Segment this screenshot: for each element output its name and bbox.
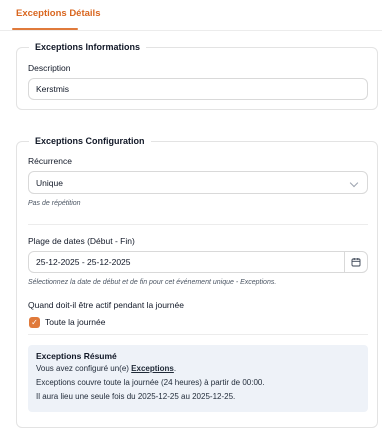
all-day-label[interactable]: Toute la journée [45,317,106,327]
tab-bar: Exceptions Détails [0,0,382,31]
date-range-input[interactable]: 25-12-2025 - 25-12-2025 [28,251,368,273]
summary-line-1-end: . [173,364,177,373]
summary-title: Exceptions Résumé [36,351,117,361]
tab-active-indicator [12,28,78,30]
date-range-value: 25-12-2025 - 25-12-2025 [36,257,131,267]
calendar-icon [351,258,361,267]
recurrence-value: Unique [36,177,63,188]
description-input[interactable]: Kerstmis [28,78,368,100]
checkmark-icon: ✓ [31,318,38,327]
informations-legend: Exceptions Informations [35,42,141,52]
divider [28,224,368,225]
summary-line-3: Il aura lieu une seule fois du 2025-12-2… [36,392,236,401]
recurrence-label: Récurrence [28,156,72,166]
date-range-label: Plage de dates (Début - Fin) [28,236,135,246]
calendar-button[interactable] [344,252,367,272]
divider [28,334,368,335]
chevron-down-icon [349,178,359,187]
description-label: Description [28,63,71,73]
summary-line-2: Exceptions couvre toute la journée (24 h… [36,378,265,387]
summary-line-1-text: Vous avez configuré un(e) [36,364,132,373]
recurrence-hint: Pas de répétition [28,200,81,207]
recurrence-select[interactable]: Unique [28,171,368,194]
configuration-legend: Exceptions Configuration [35,136,145,146]
tab-exceptions-details[interactable]: Exceptions Détails [16,0,100,30]
active-time-label: Quand doit-il être actif pendant la jour… [28,300,184,310]
summary-line-1: Vous avez configuré un(e) Exceptions. [36,364,176,373]
summary-box: Exceptions Résumé Vous avez configuré un… [28,345,368,412]
all-day-checkbox[interactable]: ✓ [29,317,40,328]
date-range-hint: Sélectionnez la date de début et de fin … [28,279,277,286]
exceptions-link[interactable]: Exceptions [131,364,174,373]
description-value: Kerstmis [36,84,70,94]
